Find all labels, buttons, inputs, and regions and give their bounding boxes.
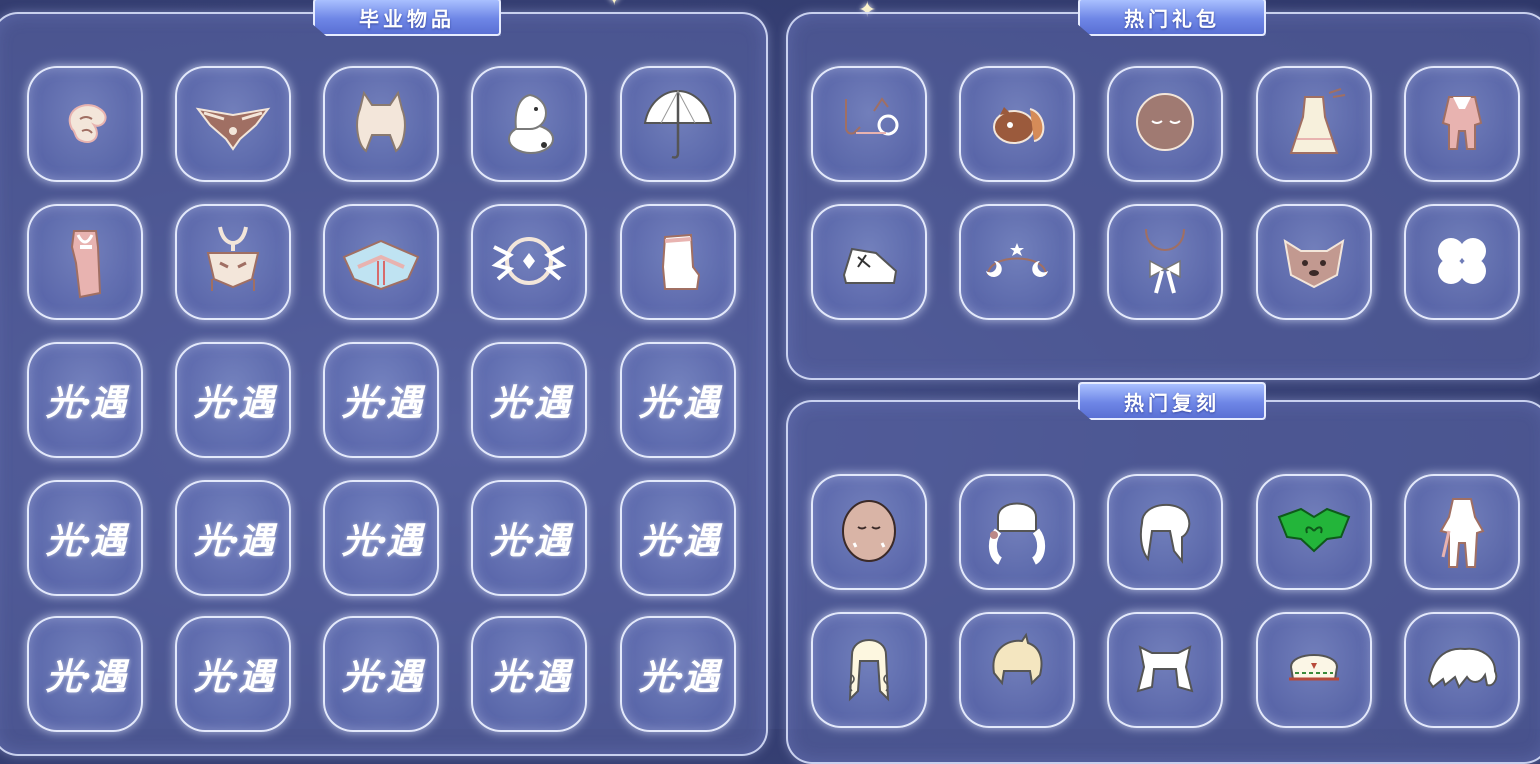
hooded-scarf-icon [42,217,128,307]
twin-tail-hair-icon [974,487,1060,577]
curly-long-hair-icon [826,625,912,715]
locked-item-slot[interactable]: 光·遇 [620,480,736,596]
graduation-item-slot[interactable] [323,66,439,182]
graduation-item-slot[interactable] [471,204,587,320]
dog-mask-icon [1271,217,1357,307]
sky-logo-placeholder-icon: 光·遇 [341,520,423,562]
gift-item-slot[interactable] [1404,204,1520,320]
gift-item-slot[interactable] [1404,66,1520,182]
sky-logo-placeholder-icon: 光·遇 [341,382,423,424]
locked-item-slot[interactable]: 光·遇 [27,616,143,732]
locked-item-slot[interactable]: 光·遇 [323,342,439,458]
hot-gift-packs-banner: 热门礼包 [1078,0,1266,36]
gift-item-slot[interactable] [811,204,927,320]
hot-reruns-banner: 热门复刻 [1078,382,1266,420]
sleepy-mask-icon [1122,79,1208,169]
hot-reruns-title: 热门复刻 [1124,390,1220,415]
rerun-item-slot[interactable] [1107,612,1223,728]
graduation-item-slot[interactable] [27,66,143,182]
sky-logo-placeholder-icon: 光·遇 [45,656,127,698]
sky-logo-placeholder-icon: 光·遇 [45,382,127,424]
sky-logo-placeholder-icon: 光·遇 [341,656,423,698]
green-leaf-cape-icon [1271,487,1357,577]
rerun-item-slot[interactable] [811,612,927,728]
graduation-item-slot[interactable] [471,66,587,182]
winged-orb-mask-icon [486,217,572,307]
graduation-item-slot[interactable] [620,66,736,182]
rerun-item-slot[interactable] [1256,474,1372,590]
locked-item-slot[interactable]: 光·遇 [323,616,439,732]
captain-hat-icon [1271,625,1357,715]
sky-logo-placeholder-icon: 光·遇 [489,656,571,698]
gift-item-slot[interactable] [1107,66,1223,182]
locked-item-slot[interactable]: 光·遇 [27,342,143,458]
fluffy-hair-icon [1419,625,1505,715]
hot-gift-packs-title: 热门礼包 [1124,6,1220,31]
brown-wing-cape-icon [190,79,276,169]
gift-item-slot[interactable] [811,66,927,182]
locked-item-slot[interactable]: 光·遇 [27,480,143,596]
sky-logo-placeholder-icon: 光·遇 [193,382,275,424]
rerun-item-slot[interactable] [1404,474,1520,590]
sky-logo-placeholder-icon: 光·遇 [638,520,720,562]
gift-item-slot[interactable] [959,66,1075,182]
rerun-item-slot[interactable] [1107,474,1223,590]
moomin-prop-icon [486,79,572,169]
sky-logo-placeholder-icon: 光·遇 [193,656,275,698]
cat-ear-hair-icon [1122,625,1208,715]
locked-item-slot[interactable]: 光·遇 [323,480,439,596]
graduation-item-slot[interactable] [27,204,143,320]
red-panda-prop-icon [974,79,1060,169]
rerun-item-slot[interactable] [811,474,927,590]
bow-necklace-icon [1122,217,1208,307]
graduation-items-banner: 毕业物品 [313,0,501,36]
short-blonde-hair-icon [974,625,1060,715]
rerun-item-slot[interactable] [959,474,1075,590]
gift-item-slot[interactable] [1256,66,1372,182]
locked-item-slot[interactable]: 光·遇 [471,342,587,458]
moon-earrings-icon [826,79,912,169]
white-dress-outfit-icon [1271,79,1357,169]
graduation-item-slot[interactable] [175,204,291,320]
ponytail-hair-icon [1122,487,1208,577]
locked-item-slot[interactable]: 光·遇 [175,480,291,596]
blush-mask-icon [826,487,912,577]
locked-item-slot[interactable]: 光·遇 [620,342,736,458]
antler-mask-icon [190,217,276,307]
rerun-item-slot[interactable] [959,612,1075,728]
locked-item-slot[interactable]: 光·遇 [620,616,736,732]
locked-item-slot[interactable]: 光·遇 [175,342,291,458]
graduation-item-slot[interactable] [323,204,439,320]
locked-item-slot[interactable]: 光·遇 [471,480,587,596]
white-robe-outfit-icon [1419,487,1505,577]
white-dragon-hair-icon [42,79,128,169]
sparkle-decoration: ✦ [605,0,623,11]
gift-item-slot[interactable] [1256,204,1372,320]
graduation-item-slot[interactable] [175,66,291,182]
graduation-items-title: 毕业物品 [359,6,455,31]
sky-logo-placeholder-icon: 光·遇 [193,520,275,562]
sky-logo-placeholder-icon: 光·遇 [638,382,720,424]
sky-logo-placeholder-icon: 光·遇 [45,520,127,562]
rerun-item-slot[interactable] [1404,612,1520,728]
blue-folded-cape-icon [338,217,424,307]
locked-item-slot[interactable]: 光·遇 [175,616,291,732]
white-umbrella-icon [635,79,721,169]
pink-outfit-icon [1419,79,1505,169]
white-shoes-icon [826,217,912,307]
sky-logo-placeholder-icon: 光·遇 [489,520,571,562]
moon-star-headpiece-icon [974,217,1060,307]
sky-logo-placeholder-icon: 光·遇 [489,382,571,424]
gift-item-slot[interactable] [1107,204,1223,320]
locked-item-slot[interactable]: 光·遇 [471,616,587,732]
gift-item-slot[interactable] [959,204,1075,320]
four-petal-flower-icon [1419,217,1505,307]
rerun-item-slot[interactable] [1256,612,1372,728]
white-boots-icon [635,217,721,307]
graduation-item-slot[interactable] [620,204,736,320]
sky-logo-placeholder-icon: 光·遇 [638,656,720,698]
cream-bun-hair-icon [338,79,424,169]
